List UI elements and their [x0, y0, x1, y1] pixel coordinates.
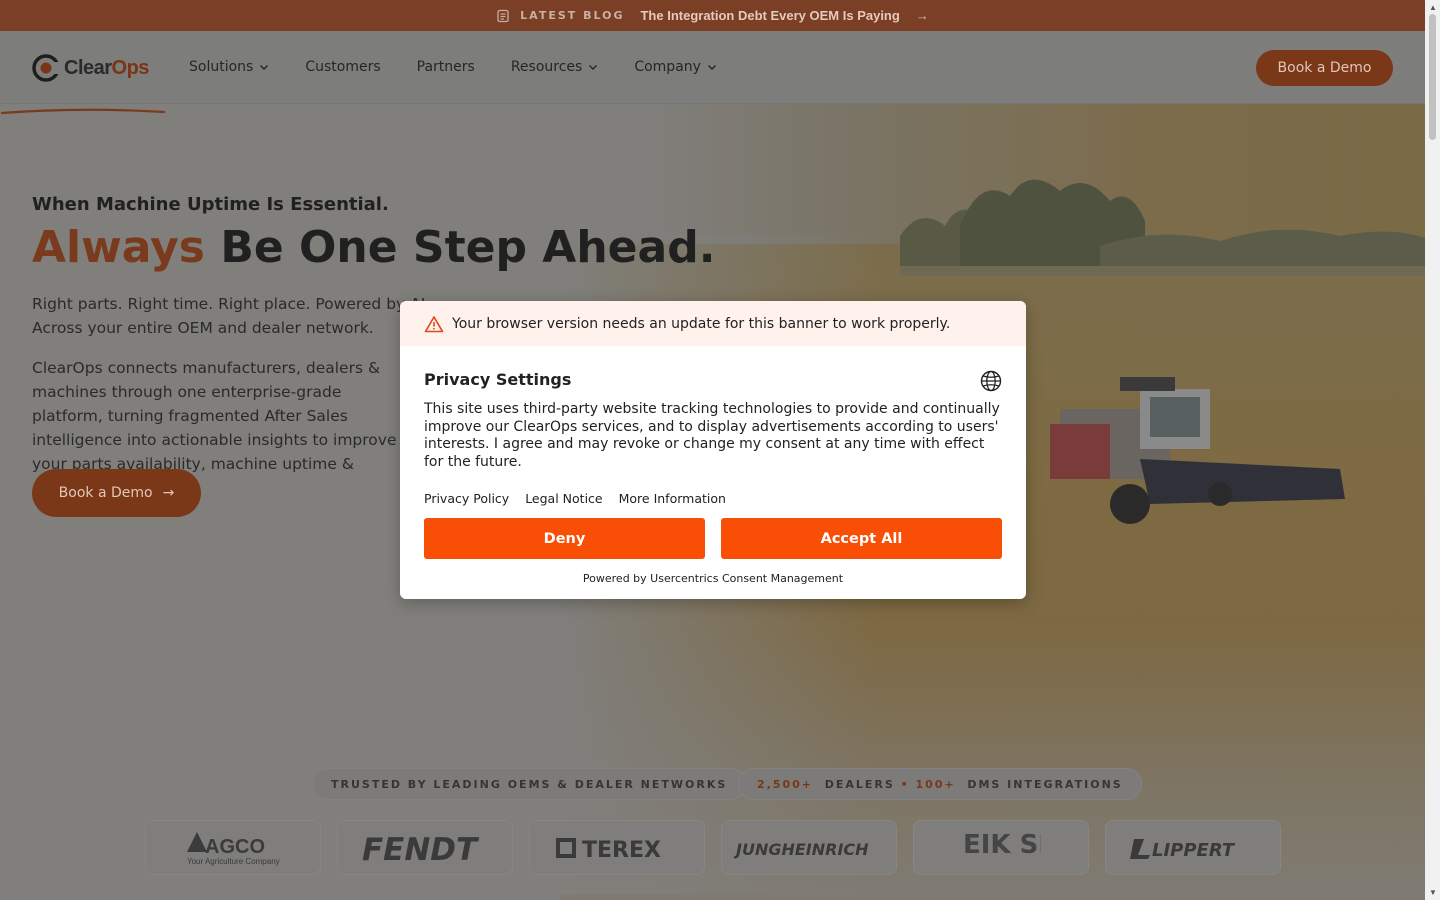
more-information-link[interactable]: More Information — [619, 491, 726, 506]
headline-underline-icon — [0, 108, 166, 115]
jungheinrich-logo-text: JUNGHEINRICH — [734, 840, 869, 859]
nav-item-label: Customers — [305, 59, 381, 75]
agco-logo: AGCO Your Agriculture Company — [187, 831, 280, 866]
logo-card-jungheinrich: JUNGHEINRICH — [721, 820, 897, 875]
warning-icon — [424, 315, 444, 332]
headline-rest: Be One Step Ahead. — [205, 222, 716, 273]
privacy-policy-link[interactable]: Privacy Policy — [424, 491, 509, 506]
consent-title: Privacy Settings — [424, 370, 572, 389]
logo-card-fendt: FENDT — [337, 820, 513, 875]
accept-all-button[interactable]: Accept All — [721, 518, 1002, 559]
stats-badge: 2,500+ DEALERS • 100+ DMS INTEGRATIONS — [738, 768, 1142, 800]
blog-title-link[interactable]: The Integration Debt Every OEM Is Paying — [640, 8, 899, 23]
hero-headline: Always Be One Step Ahead. — [32, 222, 715, 273]
nav-item-company[interactable]: Company — [634, 59, 717, 75]
fendt-logo: FENDT — [362, 832, 480, 865]
eik-logo-text: EIK SENTERET — [963, 830, 1041, 860]
lippert-logo-text: LIPPERT — [1152, 840, 1236, 861]
powered-by-text: Powered by Usercentrics Consent Manageme… — [582, 572, 844, 585]
customer-logos: AGCO Your Agriculture Company FENDT TERE… — [145, 820, 1281, 875]
scrollbar-thumb[interactable] — [1429, 14, 1436, 140]
consent-description: This site uses third-party website track… — [424, 401, 1000, 470]
hero-subheading: Right parts. Right time. Right place. Po… — [32, 295, 431, 337]
latest-blog-bar[interactable]: LATEST BLOG The Integration Debt Every O… — [0, 0, 1425, 31]
nav-item-solutions[interactable]: Solutions — [189, 59, 269, 75]
privacy-consent-dialog: Your browser version needs an update for… — [400, 301, 1026, 599]
arrow-right-icon: → — [915, 8, 929, 23]
trusted-label: TRUSTED BY LEADING OEMS & DEALER NETWORK… — [331, 777, 728, 791]
hero-eyebrow: When Machine Uptime Is Essential. — [32, 194, 389, 215]
consent-links: Privacy Policy Legal Notice More Informa… — [424, 491, 1002, 506]
logo-text-ops: Ops — [111, 56, 150, 79]
chevron-down-icon — [260, 65, 269, 70]
deny-button[interactable]: Deny — [424, 518, 705, 559]
terex-logo: TEREX — [556, 837, 661, 861]
book-demo-nav-button[interactable]: Book a Demo — [1256, 50, 1393, 86]
consent-buttons: Deny Accept All — [424, 518, 1002, 559]
combine-harvester-image — [1050, 377, 1345, 524]
legal-notice-link[interactable]: Legal Notice — [525, 491, 602, 506]
arrow-right-icon: → — [162, 485, 175, 501]
headline-accent: Always — [32, 222, 205, 273]
agco-logo-text: AGCO — [205, 836, 265, 858]
dms-label: DMS INTEGRATIONS — [967, 777, 1123, 791]
logo-card-lippert: LIPPERT — [1105, 820, 1281, 875]
dealers-label: DEALERS — [824, 777, 895, 791]
clearops-logo[interactable]: ClearOps — [32, 51, 149, 85]
nav-item-resources[interactable]: Resources — [511, 59, 599, 75]
warning-text: Your browser version needs an update for… — [452, 315, 951, 332]
eik-logo: EIK SENTERET — [963, 830, 1041, 860]
page-scrollbar[interactable]: ▲ ▼ — [1425, 0, 1440, 900]
nav-item-partners[interactable]: Partners — [417, 59, 475, 75]
dms-count: 100+ — [915, 777, 956, 791]
nav-item-customers[interactable]: Customers — [305, 59, 380, 75]
scroll-down-icon[interactable]: ▼ — [1429, 888, 1437, 897]
main-navigation: ClearOps Solutions Customers Partners Re… — [0, 31, 1425, 104]
logo-card-eik: EIK SENTERET — [913, 820, 1089, 875]
bullet-icon: • — [900, 777, 910, 791]
logo-mark-icon — [32, 54, 60, 82]
logo-text-clear: Clear — [64, 56, 112, 79]
book-demo-label: Book a Demo — [58, 485, 153, 501]
dealers-count: 2,500+ — [757, 777, 814, 791]
book-demo-hero-button[interactable]: Book a Demo → — [32, 469, 201, 517]
blog-tag: LATEST BLOG — [520, 9, 625, 22]
chevron-down-icon — [589, 65, 598, 70]
jungheinrich-logo: JUNGHEINRICH — [734, 840, 869, 859]
fendt-logo-text: FENDT — [362, 832, 480, 865]
agco-tagline: Your Agriculture Company — [187, 857, 280, 866]
scroll-up-icon[interactable]: ▲ — [1429, 3, 1437, 12]
nav-item-label: Resources — [510, 59, 583, 75]
lippert-logo: LIPPERT — [1130, 838, 1236, 861]
document-icon — [497, 9, 509, 22]
nav-item-label: Solutions — [189, 59, 254, 75]
globe-language-icon[interactable] — [980, 370, 1002, 392]
logo-card-agco: AGCO Your Agriculture Company — [145, 820, 321, 875]
logo-card-terex: TEREX — [529, 820, 705, 875]
nav-item-label: Company — [634, 59, 701, 75]
treeline-image — [900, 179, 1425, 276]
terex-logo-text: TEREX — [582, 838, 661, 861]
nav-item-label: Partners — [416, 59, 475, 75]
browser-warning: Your browser version needs an update for… — [400, 301, 1026, 346]
trusted-badge: TRUSTED BY LEADING OEMS & DEALER NETWORK… — [312, 768, 747, 800]
nav-menu: Solutions Customers Partners Resources C… — [189, 59, 753, 75]
chevron-down-icon — [707, 65, 716, 70]
